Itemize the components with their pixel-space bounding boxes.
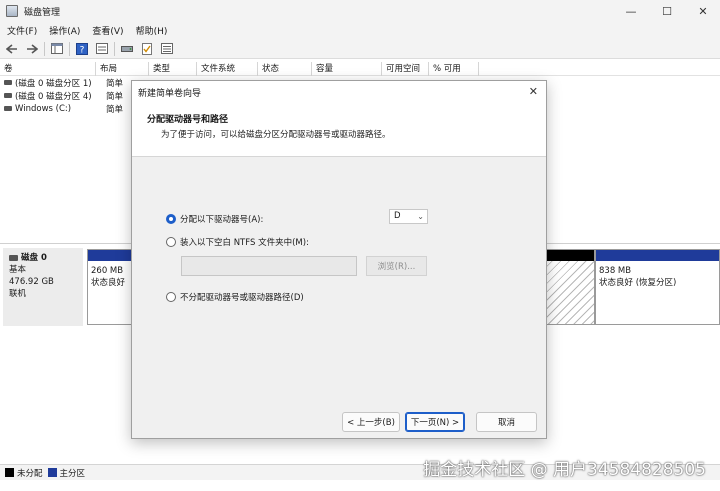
close-window-button[interactable]: ✕ — [686, 0, 720, 22]
next-button[interactable]: 下一页(N) > — [405, 412, 465, 432]
volume-layout: 简单 — [106, 91, 124, 102]
back-arrow-icon[interactable] — [4, 41, 20, 57]
help-icon[interactable]: ? — [74, 41, 90, 57]
menu-file[interactable]: 文件(F) — [0, 24, 42, 37]
disk-icon[interactable] — [119, 41, 135, 57]
mount-folder-label: 装入以下空白 NTFS 文件夹中(M): — [180, 238, 309, 248]
unallocated-bar — [547, 250, 594, 261]
window-title: 磁盘管理 — [24, 7, 61, 18]
dialog-title: 新建简单卷向导 — [138, 88, 202, 99]
disk-management-app-icon — [6, 5, 18, 17]
cancel-button[interactable]: 取消 — [476, 412, 537, 432]
unallocated-legend-swatch — [5, 468, 14, 477]
volume-icon — [4, 80, 12, 85]
legend-primary: 主分区 — [59, 468, 86, 479]
dialog-close-button[interactable]: ✕ — [529, 85, 538, 98]
column-header-percent-free[interactable]: % 可用 — [429, 62, 479, 76]
menu-bar: 文件(F) 操作(A) 查看(V) 帮助(H) — [0, 22, 720, 39]
volume-name: (磁盘 0 磁盘分区 1) — [15, 78, 92, 89]
volume-layout: 简单 — [106, 78, 124, 89]
svg-text:?: ? — [80, 45, 85, 55]
drive-letter-value: D — [394, 211, 401, 221]
disk-status: 联机 — [9, 289, 27, 299]
partition-recovery[interactable]: 838 MB 状态良好 (恢复分区) — [595, 249, 720, 325]
forward-arrow-icon[interactable] — [24, 41, 40, 57]
volume-row[interactable]: Windows (C:) 简单 — [0, 102, 140, 115]
column-header-capacity[interactable]: 容量 — [312, 62, 382, 76]
chevron-down-icon: ⌄ — [417, 212, 424, 221]
volume-name: Windows (C:) — [15, 103, 72, 114]
disk-type: 基本 — [9, 265, 27, 275]
column-header-status[interactable]: 状态 — [258, 62, 312, 76]
primary-legend-swatch — [47, 468, 57, 477]
menu-action[interactable]: 操作(A) — [42, 24, 85, 37]
disk-label[interactable]: 磁盘 0 基本 476.92 GB 联机 — [3, 248, 83, 326]
partition-size: 260 MB — [91, 266, 124, 276]
no-letter-label: 不分配驱动器号或驱动器路径(D) — [180, 293, 304, 303]
partition-status: 状态良好 (恢复分区) — [599, 278, 677, 288]
check-icon[interactable] — [139, 41, 155, 57]
no-letter-radio[interactable] — [166, 292, 176, 302]
menu-help[interactable]: 帮助(H) — [129, 24, 173, 37]
toolbar-separator — [114, 41, 115, 56]
column-header-free-space[interactable]: 可用空间 — [382, 62, 429, 76]
minimize-button[interactable]: — — [614, 0, 648, 22]
dialog-header: 分配驱动器号和路径 为了便于访问，可以给磁盘分区分配驱动器号或驱动器路径。 — [132, 103, 546, 157]
volume-row[interactable]: (磁盘 0 磁盘分区 1) 简单 — [0, 76, 140, 89]
dialog-titlebar: 新建简单卷向导 — [132, 81, 546, 103]
disk-icon — [9, 254, 18, 261]
mount-folder-radio[interactable] — [166, 237, 176, 247]
volume-row[interactable]: (磁盘 0 磁盘分区 4) 简单 — [0, 89, 140, 102]
column-header-volume[interactable]: 卷 — [0, 62, 96, 76]
properties-icon[interactable] — [94, 41, 110, 57]
assign-letter-radio[interactable] — [166, 214, 176, 224]
disk-size: 476.92 GB — [9, 277, 54, 287]
legend-unallocated: 未分配 — [17, 468, 43, 479]
back-button[interactable]: < 上一步(B) — [342, 412, 400, 432]
column-header-filesystem[interactable]: 文件系统 — [197, 62, 258, 76]
menu-view[interactable]: 查看(V) — [85, 24, 128, 37]
toolbar: ? — [0, 39, 720, 59]
assign-letter-option[interactable]: 分配以下驱动器号(A): — [166, 213, 263, 225]
partition-efi[interactable]: 260 MB 状态良好 — [87, 249, 132, 325]
partition-unallocated[interactable] — [546, 249, 595, 325]
toolbar-separator — [69, 41, 70, 56]
maximize-button[interactable]: ☐ — [650, 0, 684, 22]
no-letter-option[interactable]: 不分配驱动器号或驱动器路径(D) — [166, 291, 304, 303]
partition-status: 状态良好 — [91, 278, 126, 288]
drive-letter-select[interactable]: D ⌄ — [389, 209, 428, 224]
disk-name: 磁盘 0 — [21, 253, 47, 263]
column-header-layout[interactable]: 布局 — [96, 62, 149, 76]
volume-layout: 简单 — [106, 104, 124, 115]
browse-button[interactable]: 浏览(R)... — [366, 256, 427, 276]
dialog-heading: 分配驱动器号和路径 — [147, 115, 229, 125]
dialog-subheading: 为了便于访问，可以给磁盘分区分配驱动器号或驱动器路径。 — [161, 130, 391, 140]
toolbar-separator — [44, 41, 45, 56]
console-tree-icon[interactable] — [49, 41, 65, 57]
volume-list-header: 卷 布局 类型 文件系统 状态 容量 可用空间 % 可用 — [0, 62, 720, 76]
dialog-footer: < 上一步(B) 下一页(N) > 取消 — [132, 407, 546, 438]
new-simple-volume-wizard: 新建简单卷向导 ✕ 分配驱动器号和路径 为了便于访问，可以给磁盘分区分配驱动器号… — [131, 80, 547, 439]
partition-size: 838 MB — [599, 266, 632, 276]
window-titlebar: 磁盘管理 — ☐ ✕ — [0, 0, 720, 22]
mount-folder-option[interactable]: 装入以下空白 NTFS 文件夹中(M): — [166, 236, 309, 248]
volume-icon — [4, 93, 12, 98]
column-header-type[interactable]: 类型 — [149, 62, 197, 76]
list-icon[interactable] — [159, 41, 175, 57]
volume-name: (磁盘 0 磁盘分区 4) — [15, 91, 92, 102]
watermark: 掘金技术社区 @ 用户34584828505 — [423, 460, 706, 480]
dialog-body: 分配以下驱动器号(A): D ⌄ 装入以下空白 NTFS 文件夹中(M): 浏览… — [132, 157, 546, 407]
volume-icon — [4, 106, 12, 111]
folder-path-input[interactable] — [181, 256, 357, 276]
assign-letter-label: 分配以下驱动器号(A): — [180, 215, 264, 225]
primary-partition-bar — [596, 250, 719, 261]
primary-partition-bar — [88, 250, 131, 261]
